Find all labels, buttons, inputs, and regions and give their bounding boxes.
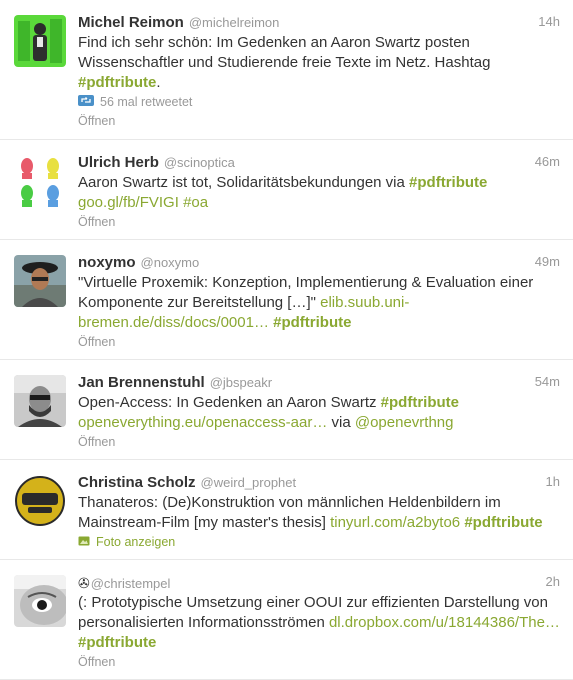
open-tweet-link[interactable]: Öffnen	[78, 653, 561, 672]
author-name[interactable]: Ulrich Herb	[78, 153, 159, 173]
tweet-text: Open-Access: In Gedenken an Aaron Swartz…	[78, 393, 561, 433]
author-handle[interactable]: @jbspeakr	[210, 373, 272, 393]
tweet[interactable]: Ulrich Herb @scinoptica 46m Aaron Swartz…	[0, 140, 573, 240]
open-tweet-link[interactable]: Öffnen	[78, 433, 561, 452]
url-link[interactable]: goo.gl/fb/FVIGI	[78, 194, 179, 211]
url-link[interactable]: dl.dropbox.com/u/18144386/The…	[329, 614, 560, 631]
timestamp[interactable]: 49m	[535, 254, 560, 269]
url-link[interactable]: tinyurl.com/a2byto6	[330, 514, 460, 531]
timestamp[interactable]: 46m	[535, 154, 560, 169]
open-tweet-link[interactable]: Öffnen	[78, 213, 561, 232]
author-name[interactable]: Michel Reimon	[78, 13, 184, 33]
author-handle[interactable]: @christempel	[91, 574, 171, 594]
tweet[interactable]: ✇ @christempel 2h (: Prototypische Umset…	[0, 560, 573, 680]
avatar[interactable]	[14, 255, 66, 307]
hashtag-link[interactable]: #pdftribute	[464, 514, 542, 531]
hashtag-link[interactable]: #pdftribute	[78, 74, 156, 91]
tweet-text: (: Prototypische Umsetzung einer OOUI zu…	[78, 593, 561, 653]
tweet-text-part: "Virtuelle Proxemik: Konzeption, Impleme…	[78, 274, 534, 311]
tweet-text-part: Find ich sehr schön: Im Gedenken an Aaro…	[78, 34, 491, 71]
hashtag-link[interactable]: #pdftribute	[78, 634, 156, 651]
avatar[interactable]	[14, 155, 66, 207]
view-photo-label: Foto anzeigen	[96, 535, 176, 549]
hashtag-link[interactable]: #pdftribute	[273, 314, 351, 331]
tweet[interactable]: Christina Scholz @weird_prophet 1h Thana…	[0, 460, 573, 560]
view-photo-link[interactable]: Foto anzeigen	[78, 533, 561, 552]
mention-link[interactable]: @openevrthng	[355, 414, 454, 431]
hashtag-link[interactable]: #pdftribute	[409, 174, 487, 191]
author-handle[interactable]: @weird_prophet	[201, 473, 297, 493]
retweet-count: 56 mal retweetet	[78, 93, 561, 112]
author-handle[interactable]: @noxymo	[141, 253, 200, 273]
author-name[interactable]: ✇	[78, 573, 90, 593]
tweet[interactable]: Jan Brennenstuhl @jbspeakr 54m Open-Acce…	[0, 360, 573, 460]
author-handle[interactable]: @michelreimon	[189, 13, 280, 33]
tweet-text: "Virtuelle Proxemik: Konzeption, Impleme…	[78, 273, 561, 333]
avatar[interactable]	[14, 15, 66, 67]
open-tweet-link[interactable]: Öffnen	[78, 333, 561, 352]
timestamp[interactable]: 54m	[535, 374, 560, 389]
timestamp[interactable]: 2h	[546, 574, 560, 589]
hashtag-link[interactable]: #oa	[183, 194, 208, 211]
tweet-text-part: Aaron Swartz ist tot, Solidaritätsbekund…	[78, 174, 410, 191]
retweet-icon	[78, 93, 94, 112]
avatar[interactable]	[14, 375, 66, 427]
open-tweet-link[interactable]: Öffnen	[78, 112, 561, 131]
photo-icon	[78, 533, 90, 552]
retweet-count-label: 56 mal retweetet	[100, 95, 193, 109]
tweet-text-part: .	[156, 74, 161, 91]
author-name[interactable]: Christina Scholz	[78, 473, 196, 493]
avatar[interactable]	[14, 475, 66, 527]
timestamp[interactable]: 1h	[546, 474, 560, 489]
tweet[interactable]: noxymo @noxymo 49m "Virtuelle Proxemik: …	[0, 240, 573, 360]
author-name[interactable]: noxymo	[78, 253, 136, 273]
tweet-text-part: Open-Access: In Gedenken an Aaron Swartz	[78, 394, 381, 411]
tweet-text: Aaron Swartz ist tot, Solidaritätsbekund…	[78, 173, 561, 213]
tweet-text: Thanateros: (De)Konstruktion von männlic…	[78, 493, 561, 533]
author-name[interactable]: Jan Brennenstuhl	[78, 373, 205, 393]
author-handle[interactable]: @scinoptica	[164, 153, 235, 173]
tweet-feed: Michel Reimon @michelreimon 14h Find ich…	[0, 0, 573, 680]
hashtag-link[interactable]: #pdftribute	[381, 394, 459, 411]
timestamp[interactable]: 14h	[538, 14, 560, 29]
tweet-text: Find ich sehr schön: Im Gedenken an Aaro…	[78, 33, 561, 93]
avatar[interactable]	[14, 575, 66, 627]
url-link[interactable]: openeverything.eu/openaccess-aar…	[78, 414, 327, 431]
via-label: via	[331, 414, 351, 431]
tweet[interactable]: Michel Reimon @michelreimon 14h Find ich…	[0, 0, 573, 140]
